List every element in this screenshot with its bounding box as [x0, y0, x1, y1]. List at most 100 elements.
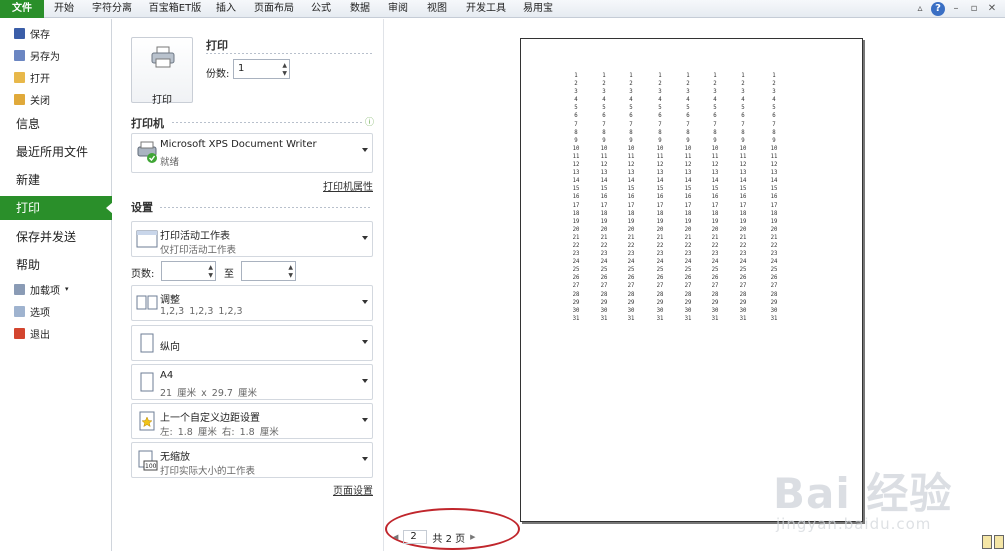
pages-to-input[interactable]: ▲ ▼: [241, 261, 296, 281]
zoom-to-page-icon[interactable]: [982, 535, 1004, 549]
preview-cell: 30: [656, 307, 664, 314]
nav-addins[interactable]: 加载项 ▾: [14, 280, 69, 298]
minimize-icon[interactable]: –: [949, 2, 963, 16]
pages-from-down-icon[interactable]: ▼: [208, 273, 213, 279]
pages-from-input[interactable]: ▲ ▼: [161, 261, 216, 281]
copies-stepper[interactable]: 1 ▲ ▼: [233, 59, 290, 79]
preview-cell: 9: [602, 137, 606, 144]
preview-cell: 5: [574, 105, 578, 112]
nav-options[interactable]: 选项: [14, 302, 50, 320]
help-icon[interactable]: ?: [931, 2, 945, 16]
print-preview-area: 1 2 3 4 5 6 7 8 9 10 11 12 13 14 15 16 17 18 19 20 21 22 23 24 2…: [385, 19, 1005, 551]
nav-recent[interactable]: 最近所用文件: [16, 141, 88, 163]
scaling-select[interactable]: 100 无缩放 打印实际大小的工作表: [131, 442, 373, 478]
preview-cell: 11: [711, 153, 719, 160]
preview-cell: 4: [629, 97, 633, 104]
tab-data[interactable]: 数据: [346, 0, 374, 18]
print-scope-select[interactable]: 打印活动工作表 仅打印活动工作表: [131, 221, 373, 257]
preview-cell: 17: [656, 202, 664, 209]
copies-down-icon[interactable]: ▼: [282, 71, 287, 77]
preview-cell: 8: [772, 129, 776, 136]
preview-cell: 10: [656, 145, 664, 152]
preview-cell: 8: [574, 129, 578, 136]
pages-to-up-icon[interactable]: ▲: [288, 265, 293, 271]
tab-baibaoxiang[interactable]: 百宝箱ET版: [146, 0, 204, 18]
tab-page-layout[interactable]: 页面布局: [250, 0, 298, 18]
prev-page-icon[interactable]: ◀: [393, 533, 398, 541]
preview-cell: 14: [770, 178, 778, 185]
show-margins-icon[interactable]: [982, 535, 992, 549]
copies-up-icon[interactable]: ▲: [282, 63, 287, 69]
nav-save[interactable]: 保存: [14, 24, 50, 42]
preview-cell: 7: [574, 121, 578, 128]
preview-cell: 8: [658, 129, 662, 136]
preview-cell: 24: [627, 259, 635, 266]
preview-column: 1 2 3 4 5 6 7 8 9 10 11 12 13 14 15 16 17 18 19 20 21 22 23 24 2…: [710, 72, 720, 323]
info-icon[interactable]: ⓘ: [365, 115, 374, 128]
preview-cell: 5: [772, 105, 776, 112]
preview-cell: 22: [572, 242, 580, 249]
print-button[interactable]: 打印: [131, 37, 193, 106]
tab-home[interactable]: 开始: [50, 0, 78, 18]
printer-properties-link[interactable]: 打印机属性: [323, 178, 373, 193]
pages-from-up-icon[interactable]: ▲: [208, 265, 213, 271]
preview-cell: 13: [600, 170, 608, 177]
current-page-input[interactable]: 2: [403, 530, 428, 544]
nav-new[interactable]: 新建: [16, 169, 40, 191]
preview-cell: 28: [600, 291, 608, 298]
paper-size-select[interactable]: A4 21 厘米 x 29.7 厘米: [131, 364, 373, 400]
collate-select[interactable]: 调整 1,2,3 1,2,3 1,2,3: [131, 285, 373, 321]
printer-select[interactable]: Microsoft XPS Document Writer 就绪: [131, 133, 373, 173]
pages-to-down-icon[interactable]: ▼: [288, 273, 293, 279]
preview-cell: 31: [656, 315, 664, 322]
preview-cell: 25: [739, 267, 747, 274]
pages-to-label: 至: [224, 269, 234, 280]
close-icon[interactable]: ✕: [985, 2, 999, 16]
collapse-ribbon-icon[interactable]: ▵: [913, 2, 927, 16]
orientation-value: 纵向: [160, 342, 180, 353]
tab-view[interactable]: 视图: [423, 0, 451, 18]
nav-save-as[interactable]: 另存为: [14, 46, 60, 64]
preview-cell: 3: [686, 89, 690, 96]
nav-open[interactable]: 打开: [14, 68, 50, 86]
preview-cell: 27: [770, 283, 778, 290]
tab-review[interactable]: 审阅: [384, 0, 412, 18]
preview-cell: 13: [656, 170, 664, 177]
tab-easy-use[interactable]: 易用宝: [519, 0, 557, 18]
preview-cell: 2: [772, 81, 776, 88]
margins-select[interactable]: 上一个自定义边距设置 左: 1.8 厘米 右: 1.8 厘米: [131, 403, 373, 439]
nav-close[interactable]: 关闭: [14, 90, 50, 108]
chevron-down-icon: [362, 418, 368, 422]
preview-cell: 12: [627, 162, 635, 169]
page-setup-link[interactable]: 页面设置: [333, 482, 373, 497]
preview-cell: 29: [711, 299, 719, 306]
nav-print[interactable]: 打印: [0, 196, 113, 220]
preview-cell: 23: [684, 251, 692, 258]
preview-cell: 2: [713, 81, 717, 88]
preview-cell: 14: [600, 178, 608, 185]
close-folder-icon: [14, 93, 25, 105]
orientation-select[interactable]: 纵向: [131, 325, 373, 361]
restore-icon[interactable]: ▫: [967, 2, 981, 16]
preview-cell: 6: [741, 113, 745, 120]
tab-formulas[interactable]: 公式: [307, 0, 335, 18]
nav-help[interactable]: 帮助: [16, 254, 40, 276]
tab-char-split[interactable]: 字符分离: [88, 0, 136, 18]
nav-info[interactable]: 信息: [16, 113, 40, 135]
preview-cell: 23: [711, 251, 719, 258]
paper-icon: [140, 372, 154, 392]
tab-file[interactable]: 文件: [0, 0, 44, 18]
preview-cell: 18: [739, 210, 747, 217]
preview-cell: 29: [627, 299, 635, 306]
preview-cell: 15: [572, 186, 580, 193]
preview-cell: 25: [572, 267, 580, 274]
tab-developer[interactable]: 开发工具: [462, 0, 510, 18]
next-page-icon[interactable]: ▶: [470, 533, 475, 541]
preview-cell: 30: [770, 307, 778, 314]
zoom-page-icon[interactable]: [994, 535, 1004, 549]
tab-insert[interactable]: 插入: [212, 0, 240, 18]
nav-save-send[interactable]: 保存并发送: [16, 226, 76, 248]
preview-cell: 28: [711, 291, 719, 298]
preview-cell: 22: [684, 242, 692, 249]
nav-exit[interactable]: 退出: [14, 324, 50, 342]
